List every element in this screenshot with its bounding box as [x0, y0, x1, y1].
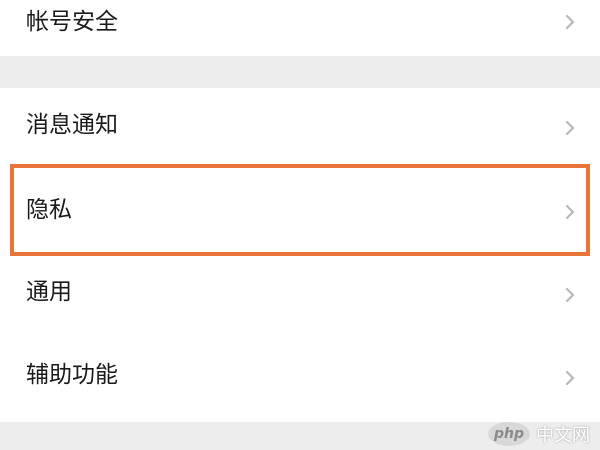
- chevron-right-icon: [560, 285, 580, 305]
- settings-item-notifications[interactable]: 消息通知: [0, 88, 600, 172]
- site-watermark: php 中文网: [488, 420, 590, 448]
- settings-item-label: 通用: [26, 279, 72, 305]
- settings-item-label: 帐号安全: [26, 9, 118, 35]
- settings-item-account-security[interactable]: 帐号安全: [0, 0, 600, 56]
- watermark-text: 中文网: [536, 425, 590, 446]
- settings-item-label: 消息通知: [26, 112, 118, 138]
- chevron-right-icon: [560, 202, 580, 222]
- settings-item-label: 隐私: [26, 197, 72, 223]
- chevron-right-icon: [560, 118, 580, 138]
- chevron-right-icon: [560, 12, 580, 32]
- php-logo-icon: php: [488, 422, 530, 446]
- settings-item-label: 辅助功能: [26, 362, 118, 388]
- settings-item-accessibility[interactable]: 辅助功能: [0, 338, 600, 422]
- chevron-right-icon: [560, 368, 580, 388]
- settings-group-account: 帐号安全: [0, 0, 600, 56]
- settings-screen: 帐号安全 消息通知 隐私 通用 辅助功能 php 中文网: [0, 0, 600, 450]
- settings-item-privacy[interactable]: 隐私: [0, 172, 600, 256]
- settings-group-main: 消息通知 隐私 通用 辅助功能: [0, 88, 600, 422]
- settings-item-general[interactable]: 通用: [0, 255, 600, 339]
